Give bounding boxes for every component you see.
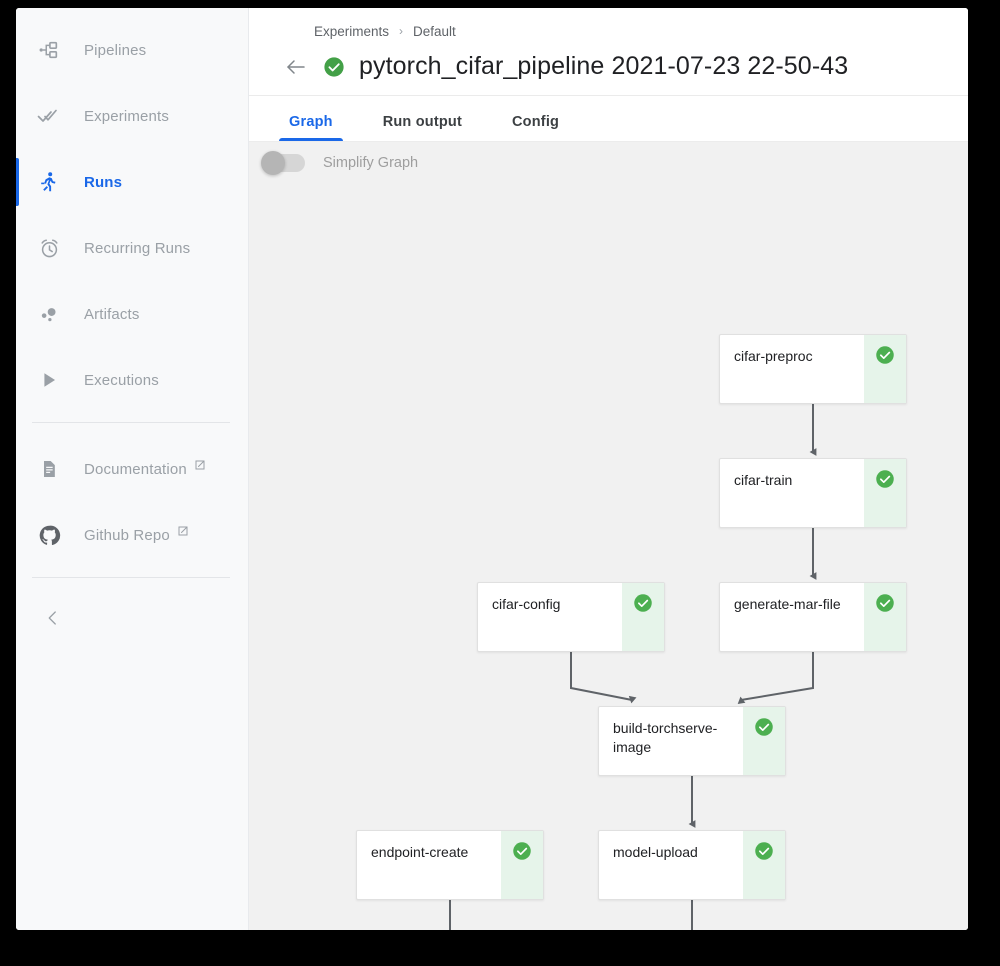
main-content: Experiments › Default pytorch_cifar_pipe… <box>249 8 968 930</box>
graph-node-build-torchserve-image[interactable]: build-torchserve-image <box>598 706 786 776</box>
graph-node-cifar-train[interactable]: cifar-train <box>719 458 907 528</box>
breadcrumb-experiments[interactable]: Experiments <box>314 24 389 39</box>
graph-node-model-upload[interactable]: model-upload <box>598 830 786 900</box>
graph-node-endpoint-create[interactable]: endpoint-create <box>356 830 544 900</box>
simplify-graph-label: Simplify Graph <box>323 155 419 171</box>
github-icon <box>32 524 66 547</box>
sidebar-link-label: Documentation <box>84 458 206 478</box>
sidebar-item-artifacts[interactable]: Artifacts <box>16 290 248 338</box>
sidebar-item-experiments[interactable]: Experiments <box>16 92 248 140</box>
sidebar-item-label: Pipelines <box>84 41 147 59</box>
sidebar-divider-top <box>32 422 230 423</box>
graph-node-generate-mar-file[interactable]: generate-mar-file <box>719 582 907 652</box>
sidebar: Pipelines Experiments Runs Recurring Run… <box>16 8 249 930</box>
page-header: Experiments › Default pytorch_cifar_pipe… <box>249 8 968 96</box>
artifacts-dots-icon <box>32 303 66 326</box>
sidebar-item-recurring-runs[interactable]: Recurring Runs <box>16 224 248 272</box>
sidebar-divider-bottom <box>32 577 230 578</box>
chevron-left-icon <box>44 609 62 632</box>
graph-toolbar: Simplify Graph <box>261 151 419 175</box>
runner-icon <box>32 170 66 194</box>
sidebar-link-label: Github Repo <box>84 524 189 544</box>
graph-node-label: model-upload <box>613 844 698 860</box>
graph-node-status-check-circle-icon <box>864 335 906 403</box>
simplify-graph-toggle[interactable] <box>261 151 305 175</box>
breadcrumb-default[interactable]: Default <box>413 24 456 39</box>
play-triangle-icon <box>32 369 66 391</box>
graph-node-status-check-circle-icon <box>864 583 906 651</box>
graph-edges <box>449 404 817 930</box>
graph-node-status-check-circle-icon <box>743 707 785 775</box>
double-check-icon <box>32 104 66 128</box>
graph-node-cifar-config[interactable]: cifar-config <box>477 582 665 652</box>
graph-edge-endpoint-create-to-model-deploy <box>449 900 451 930</box>
breadcrumb: Experiments › Default <box>249 20 968 42</box>
breadcrumb-separator-icon: › <box>399 24 404 38</box>
sidebar-item-label: Recurring Runs <box>84 239 191 257</box>
tab-run-output[interactable]: Run output <box>379 114 466 141</box>
sidebar-link-documentation[interactable]: Documentation <box>16 445 248 493</box>
graph-node-status-check-circle-icon <box>864 459 906 527</box>
pipelines-icon <box>32 39 66 61</box>
graph-node-cifar-preproc[interactable]: cifar-preproc <box>719 334 907 404</box>
graph-node-status-check-circle-icon <box>501 831 543 899</box>
sidebar-item-pipelines[interactable]: Pipelines <box>16 26 248 74</box>
toggle-knob <box>261 151 285 175</box>
graph-node-label: endpoint-create <box>371 844 469 860</box>
sidebar-item-runs[interactable]: Runs <box>16 158 248 206</box>
app-window: Pipelines Experiments Runs Recurring Run… <box>16 8 968 930</box>
external-link-icon <box>194 458 206 475</box>
sidebar-link-github-repo[interactable]: Github Repo <box>16 511 248 559</box>
sidebar-collapse-button[interactable] <box>16 600 248 640</box>
graph-node-label: cifar-config <box>492 596 561 612</box>
tab-graph[interactable]: Graph <box>279 114 343 141</box>
graph-node-label: build-torchserve-image <box>613 720 718 755</box>
graph-edge-model-upload-to-model-deploy <box>691 900 693 930</box>
external-link-icon <box>177 524 189 541</box>
graph-node-label: generate-mar-file <box>734 596 841 612</box>
sidebar-item-label: Runs <box>84 173 123 191</box>
sidebar-item-label: Executions <box>84 371 159 389</box>
run-status-check-circle-icon <box>323 56 345 78</box>
graph-node-label: cifar-train <box>734 472 793 488</box>
graph-node-status-check-circle-icon <box>743 831 785 899</box>
tab-config[interactable]: Config <box>508 114 563 141</box>
sidebar-item-executions[interactable]: Executions <box>16 356 248 404</box>
arrow-left-icon[interactable] <box>283 54 309 80</box>
title-row: pytorch_cifar_pipeline 2021-07-23 22-50-… <box>249 42 968 95</box>
graph-edge-generate-mar-file-to-build-torchserve-image <box>737 652 814 704</box>
alarm-clock-icon <box>32 237 66 260</box>
active-indicator <box>16 158 19 206</box>
sidebar-link-text: Documentation <box>84 460 187 478</box>
graph-edge-cifar-config-to-build-torchserve-image <box>570 652 637 704</box>
pipeline-graph[interactable]: cifar-preproc cifar-train cifar-config gene… <box>249 142 968 930</box>
sidebar-link-text: Github Repo <box>84 526 170 544</box>
graph-node-label: cifar-preproc <box>734 348 813 364</box>
page-title: pytorch_cifar_pipeline 2021-07-23 22-50-… <box>359 52 849 80</box>
sidebar-item-label: Artifacts <box>84 305 140 323</box>
document-icon <box>32 459 66 479</box>
graph-pane: Simplify Graph cifar-preproc cifar-train c… <box>249 142 968 930</box>
graph-node-status-check-circle-icon <box>622 583 664 651</box>
tab-bar: Graph Run output Config <box>249 96 968 142</box>
sidebar-item-label: Experiments <box>84 107 170 125</box>
